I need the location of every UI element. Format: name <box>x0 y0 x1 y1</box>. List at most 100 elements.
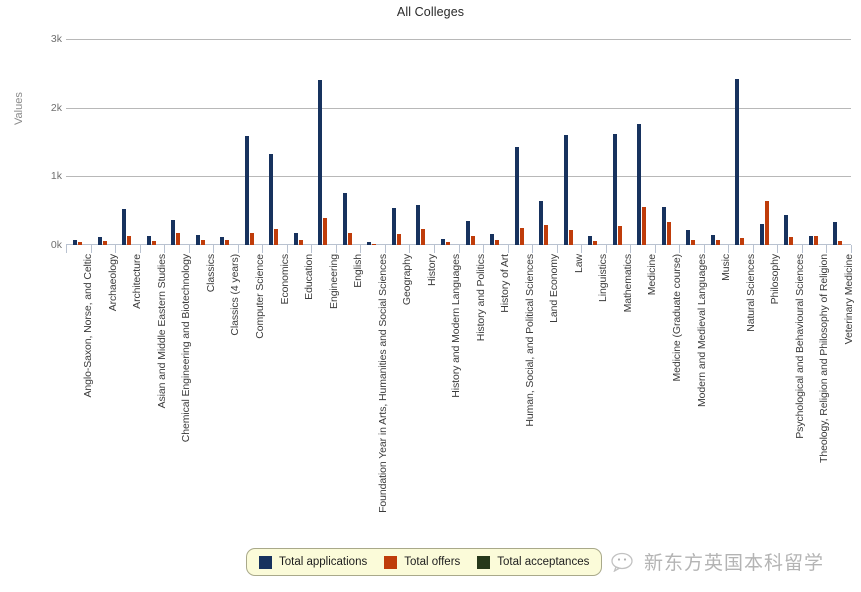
bar-group[interactable] <box>164 39 189 245</box>
bar-group[interactable] <box>826 39 851 245</box>
bar-group[interactable] <box>606 39 631 245</box>
bar[interactable] <box>342 192 347 245</box>
bar[interactable] <box>318 80 323 245</box>
bar-group[interactable] <box>655 39 680 245</box>
bar[interactable] <box>735 78 740 245</box>
x-axis-tick-label: Theology, Religion and Philosophy of Rel… <box>818 254 831 463</box>
bar-group[interactable] <box>532 39 557 245</box>
bar[interactable] <box>470 236 475 245</box>
bar[interactable] <box>127 235 132 245</box>
legend-entry[interactable]: Total acceptances <box>477 555 589 569</box>
x-axis-tick-label: History and Politics <box>474 254 487 342</box>
bar-group[interactable] <box>728 39 753 245</box>
x-axis-tick <box>483 245 484 253</box>
bar[interactable] <box>759 224 764 245</box>
bar[interactable] <box>661 207 666 245</box>
x-axis-tick <box>753 245 754 253</box>
bar[interactable] <box>612 134 617 245</box>
bar-group[interactable] <box>262 39 287 245</box>
bar[interactable] <box>568 230 573 245</box>
x-axis-tick <box>679 245 680 253</box>
bar-group[interactable] <box>189 39 214 245</box>
bar[interactable] <box>710 234 715 245</box>
bar[interactable] <box>813 236 818 245</box>
bar[interactable] <box>416 204 421 245</box>
bar[interactable] <box>249 233 254 245</box>
bar-group[interactable] <box>336 39 361 245</box>
x-axis-tick-label: Human, Social, and Political Sciences <box>523 254 536 427</box>
bar-group[interactable] <box>581 39 606 245</box>
bar[interactable] <box>784 214 789 245</box>
legend-entry[interactable]: Total offers <box>384 555 460 569</box>
bar[interactable] <box>421 228 426 245</box>
x-axis-tick <box>287 245 288 253</box>
bar-group[interactable] <box>483 39 508 245</box>
bar-group[interactable] <box>213 39 238 245</box>
bar[interactable] <box>195 234 200 245</box>
bar-group[interactable] <box>409 39 434 245</box>
bar[interactable] <box>220 236 225 245</box>
bar-group[interactable] <box>802 39 827 245</box>
bar[interactable] <box>176 233 181 245</box>
y-axis-tick-label: 2k <box>50 101 62 114</box>
bar[interactable] <box>740 238 745 245</box>
bar[interactable] <box>686 230 691 245</box>
bar[interactable] <box>490 234 495 245</box>
bar[interactable] <box>274 229 279 245</box>
bar[interactable] <box>244 135 249 245</box>
bar-group[interactable] <box>91 39 116 245</box>
bar[interactable] <box>269 153 274 245</box>
bar-group[interactable] <box>753 39 778 245</box>
bar-group[interactable] <box>704 39 729 245</box>
bar-group[interactable] <box>679 39 704 245</box>
bar-group[interactable] <box>508 39 533 245</box>
bar[interactable] <box>347 232 352 245</box>
bar-group[interactable] <box>360 39 385 245</box>
bar-group[interactable] <box>140 39 165 245</box>
bar[interactable] <box>833 221 838 245</box>
bar[interactable] <box>539 201 544 245</box>
bar[interactable] <box>544 225 549 245</box>
bar[interactable] <box>293 232 298 245</box>
bar[interactable] <box>465 220 470 245</box>
bar-group[interactable] <box>287 39 312 245</box>
legend-color-swatch <box>384 555 398 569</box>
bar-group[interactable] <box>434 39 459 245</box>
bar[interactable] <box>391 207 396 245</box>
bar[interactable] <box>808 236 813 245</box>
bar-group[interactable] <box>238 39 263 245</box>
chart-legend[interactable]: Total applications Total offers Total acce… <box>246 548 603 576</box>
bar-group[interactable] <box>66 39 91 245</box>
bar[interactable] <box>171 220 176 245</box>
x-axis-tick <box>189 245 190 253</box>
bar-group[interactable] <box>115 39 140 245</box>
bar[interactable] <box>396 234 401 245</box>
bar-group[interactable] <box>311 39 336 245</box>
bar[interactable] <box>514 146 519 245</box>
x-axis-tick-label: Law <box>572 254 585 273</box>
x-axis-tick-label: Linguistics <box>597 254 610 302</box>
bar[interactable] <box>637 124 642 245</box>
bar-group[interactable] <box>557 39 582 245</box>
bar[interactable] <box>519 227 524 245</box>
bar[interactable] <box>642 207 647 245</box>
legend-entry[interactable]: Total applications <box>259 555 367 569</box>
bar[interactable] <box>146 236 151 245</box>
bar[interactable] <box>563 135 568 245</box>
bar[interactable] <box>588 236 593 245</box>
x-axis-ticks <box>66 245 852 254</box>
x-axis-tick-label: Computer Science <box>253 254 266 339</box>
bar[interactable] <box>323 217 328 245</box>
x-axis-tick <box>557 245 558 253</box>
bar-group[interactable] <box>777 39 802 245</box>
bar-group[interactable] <box>385 39 410 245</box>
bar[interactable] <box>666 222 671 245</box>
x-axis-tick-label: Architecture <box>131 254 144 309</box>
bar[interactable] <box>764 201 769 245</box>
bar-group[interactable] <box>630 39 655 245</box>
bar-group[interactable] <box>459 39 484 245</box>
bar[interactable] <box>122 208 127 245</box>
bar[interactable] <box>97 237 102 245</box>
bar[interactable] <box>617 226 622 245</box>
bar[interactable] <box>789 237 794 245</box>
